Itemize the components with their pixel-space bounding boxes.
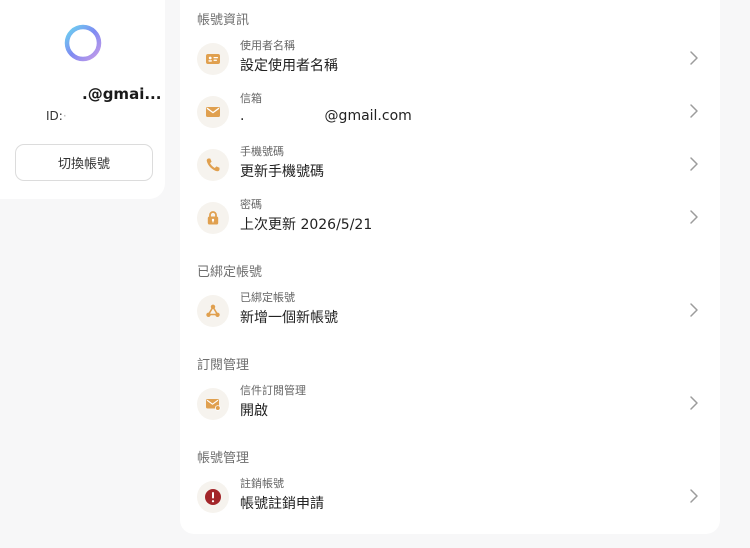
phone-icon	[206, 158, 220, 172]
icon-badge	[197, 149, 229, 181]
section-title-account-management: 帳號管理	[197, 451, 250, 466]
icon-badge	[197, 388, 229, 420]
chevron-right-icon	[690, 210, 698, 224]
linked-accounts-icon	[206, 304, 220, 317]
icon-badge	[197, 43, 229, 75]
section-title-subscription: 訂閱管理	[197, 358, 250, 373]
row-value: 上次更新 2026/5/21	[240, 217, 373, 233]
account-id-label: ID:	[46, 109, 63, 123]
row-delete-account[interactable]: 註銷帳號 帳號註銷申請	[180, 474, 720, 520]
chevron-right-icon	[690, 157, 698, 171]
row-username[interactable]: 使用者名稱 設定使用者名稱	[180, 36, 720, 82]
section-title-account-info: 帳號資訊	[197, 13, 250, 28]
icon-badge	[197, 96, 229, 128]
row-label: 密碼	[240, 198, 262, 211]
chevron-right-icon	[690, 303, 698, 317]
account-settings-panel: 帳號資訊 使用者名稱 設定使用者名稱 信箱 . @gmail.com 手機號碼 …	[180, 0, 720, 534]
row-mail-subscription[interactable]: 信件訂閱管理 開啟	[180, 381, 720, 427]
row-label: 手機號碼	[240, 145, 284, 158]
row-label: 註銷帳號	[240, 477, 284, 490]
icon-badge	[197, 202, 229, 234]
row-value: 更新手機號碼	[240, 164, 324, 180]
row-value: 新增一個新帳號	[240, 310, 338, 326]
icon-badge	[197, 295, 229, 327]
switch-account-button[interactable]: 切換帳號	[15, 144, 153, 181]
profile-card: .@gmai... ID:· 切換帳號	[0, 0, 165, 199]
lock-icon	[207, 211, 219, 225]
chevron-right-icon	[690, 104, 698, 118]
row-value: 帳號註銷申請	[240, 496, 324, 512]
mail-subscription-icon	[206, 399, 221, 411]
row-label: 信箱	[240, 92, 262, 105]
alert-icon	[205, 489, 221, 505]
row-value: 設定使用者名稱	[240, 58, 338, 74]
icon-badge	[197, 481, 229, 513]
row-linked-accounts[interactable]: 已綁定帳號 新增一個新帳號	[180, 288, 720, 334]
row-value: 開啟	[240, 403, 268, 419]
row-label: 已綁定帳號	[240, 291, 295, 304]
id-card-icon	[206, 54, 220, 64]
row-label: 使用者名稱	[240, 39, 295, 52]
avatar	[64, 24, 102, 62]
envelope-icon	[206, 107, 220, 117]
chevron-right-icon	[690, 396, 698, 410]
row-phone[interactable]: 手機號碼 更新手機號碼	[180, 142, 720, 188]
row-value: . @gmail.com	[240, 108, 412, 124]
account-id: ID:·	[46, 109, 67, 123]
chevron-right-icon	[690, 51, 698, 65]
row-label: 信件訂閱管理	[240, 384, 306, 397]
section-title-linked-accounts: 已綁定帳號	[197, 265, 263, 280]
account-email-title: .@gmai...	[82, 85, 162, 103]
account-id-value: ·	[62, 109, 67, 123]
row-email[interactable]: 信箱 . @gmail.com	[180, 89, 720, 135]
chevron-right-icon	[690, 489, 698, 503]
row-password[interactable]: 密碼 上次更新 2026/5/21	[180, 195, 720, 241]
